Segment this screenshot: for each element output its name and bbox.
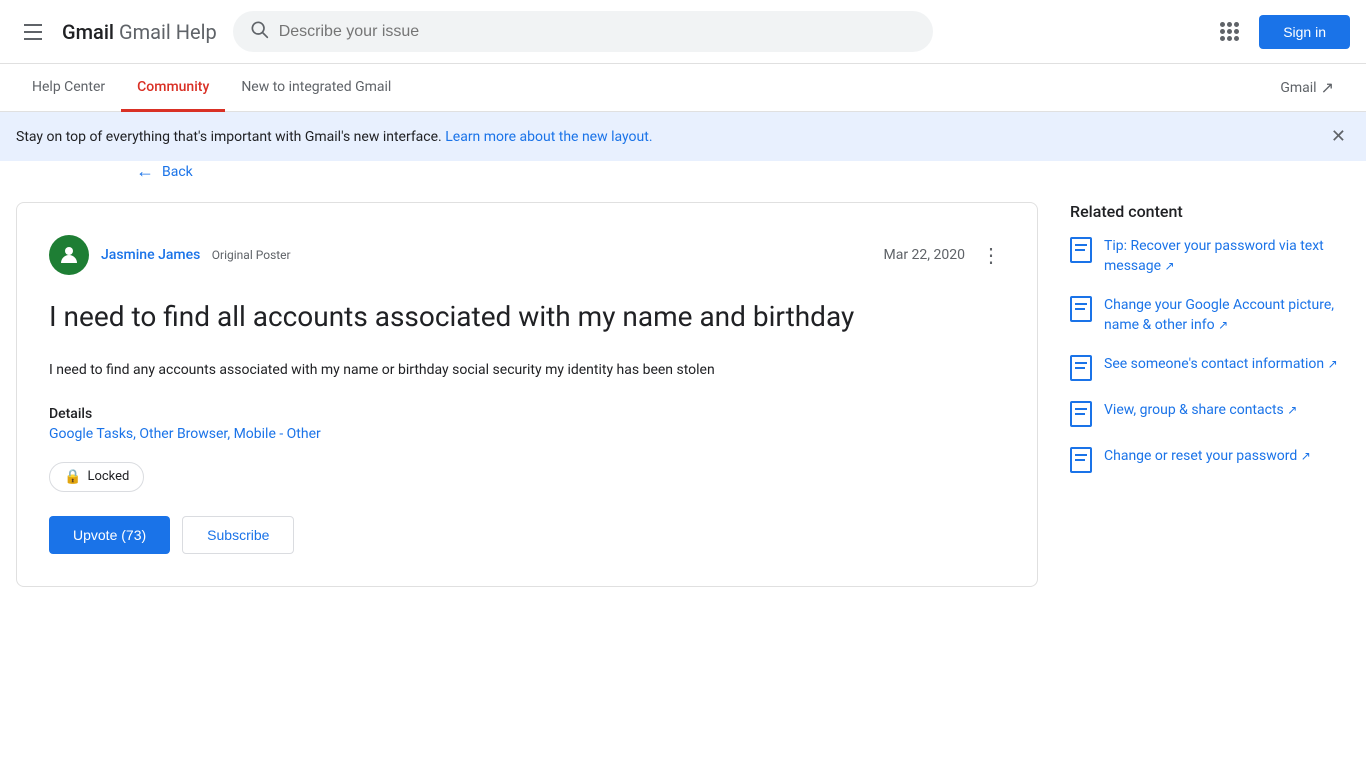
header-right: Sign in	[1212, 14, 1350, 49]
author-name[interactable]: Jasmine James	[101, 247, 200, 263]
related-item-2[interactable]: Change your Google Account picture, name…	[1070, 296, 1350, 335]
sign-in-button[interactable]: Sign in	[1259, 15, 1350, 49]
external-icon-4: ↗	[1287, 403, 1297, 417]
author-badge: Original Poster	[212, 248, 291, 262]
locked-label: Locked	[87, 469, 129, 484]
banner-close-icon[interactable]: ✕	[1327, 122, 1350, 151]
related-item-text-3: See someone's contact information ↗	[1104, 355, 1338, 375]
post-card: Jasmine James Original Poster Mar 22, 20…	[16, 202, 1038, 587]
author-avatar	[49, 235, 89, 275]
page-body: ← Back Jasmine James Original Poster	[0, 161, 1366, 587]
tag-other-browser[interactable]: Other Browser	[139, 426, 227, 442]
related-item-text-1: Tip: Recover your password via text mess…	[1104, 237, 1350, 276]
post-author: Jasmine James Original Poster	[49, 235, 291, 275]
related-title: Related content	[1070, 202, 1350, 221]
external-icon-2: ↗	[1218, 318, 1228, 332]
related-item-text-4: View, group & share contacts ↗	[1104, 401, 1297, 421]
more-options-icon[interactable]: ⋮	[977, 239, 1005, 271]
back-arrow-icon: ←	[136, 161, 154, 182]
external-link-icon: ↗	[1321, 78, 1334, 97]
related-item-text-5: Change or reset your password ↗	[1104, 447, 1311, 467]
article-icon-2	[1070, 296, 1092, 322]
related-item-text-2: Change your Google Account picture, name…	[1104, 296, 1350, 335]
search-input[interactable]	[279, 23, 917, 41]
header-left: Gmail Gmail Help	[16, 16, 217, 48]
lock-icon: 🔒	[64, 469, 81, 485]
post-title: I need to find all accounts associated w…	[49, 299, 1005, 335]
article-icon-3	[1070, 355, 1092, 381]
google-apps-icon[interactable]	[1212, 14, 1247, 49]
details-label: Details	[49, 406, 1005, 422]
tag-google-tasks[interactable]: Google Tasks	[49, 426, 133, 442]
info-banner: Stay on top of everything that's importa…	[0, 112, 1366, 161]
post-meta: Mar 22, 2020 ⋮	[884, 239, 1006, 271]
post-tags: Google Tasks, Other Browser, Mobile - Ot…	[49, 426, 1005, 442]
external-icon-5: ↗	[1301, 449, 1311, 463]
post-body-text: I need to find any accounts associated w…	[49, 359, 1005, 381]
gmail-external-link[interactable]: Gmail ↗	[1264, 64, 1350, 111]
search-icon	[249, 19, 269, 44]
banner-link[interactable]: Learn more about the new layout.	[445, 129, 652, 145]
tag-mobile-other[interactable]: Mobile - Other	[234, 426, 321, 442]
related-sidebar: Related content Tip: Recover your passwo…	[1070, 202, 1350, 587]
search-bar	[233, 11, 933, 52]
related-item-4[interactable]: View, group & share contacts ↗	[1070, 401, 1350, 427]
related-item-3[interactable]: See someone's contact information ↗	[1070, 355, 1350, 381]
app-logo: Gmail Gmail Help	[62, 20, 217, 44]
hamburger-menu-icon[interactable]	[16, 16, 50, 48]
header: Gmail Gmail Help Sign in	[0, 0, 1366, 64]
tab-new-to-gmail[interactable]: New to integrated Gmail	[225, 65, 407, 112]
author-info: Jasmine James Original Poster	[101, 247, 291, 263]
external-icon-3: ↗	[1328, 357, 1338, 371]
article-icon-5	[1070, 447, 1092, 473]
locked-badge: 🔒 Locked	[49, 462, 144, 492]
upvote-button[interactable]: Upvote (73)	[49, 516, 170, 554]
subscribe-button[interactable]: Subscribe	[182, 516, 294, 554]
article-icon-1	[1070, 237, 1092, 263]
article-icon-4	[1070, 401, 1092, 427]
related-item-1[interactable]: Tip: Recover your password via text mess…	[1070, 237, 1350, 276]
external-icon-1: ↗	[1165, 258, 1175, 272]
content-wrapper: Jasmine James Original Poster Mar 22, 20…	[16, 202, 1350, 587]
post-date: Mar 22, 2020	[884, 247, 966, 263]
nav-tabs: Help Center Community New to integrated …	[0, 64, 1366, 112]
back-button[interactable]: ← Back	[136, 161, 1350, 182]
tab-help-center[interactable]: Help Center	[16, 65, 121, 112]
banner-text: Stay on top of everything that's importa…	[16, 129, 653, 145]
post-header: Jasmine James Original Poster Mar 22, 20…	[49, 235, 1005, 275]
related-item-5[interactable]: Change or reset your password ↗	[1070, 447, 1350, 473]
post-actions: Upvote (73) Subscribe	[49, 516, 1005, 554]
gmail-link-label: Gmail	[1280, 80, 1316, 96]
tab-community[interactable]: Community	[121, 65, 225, 112]
